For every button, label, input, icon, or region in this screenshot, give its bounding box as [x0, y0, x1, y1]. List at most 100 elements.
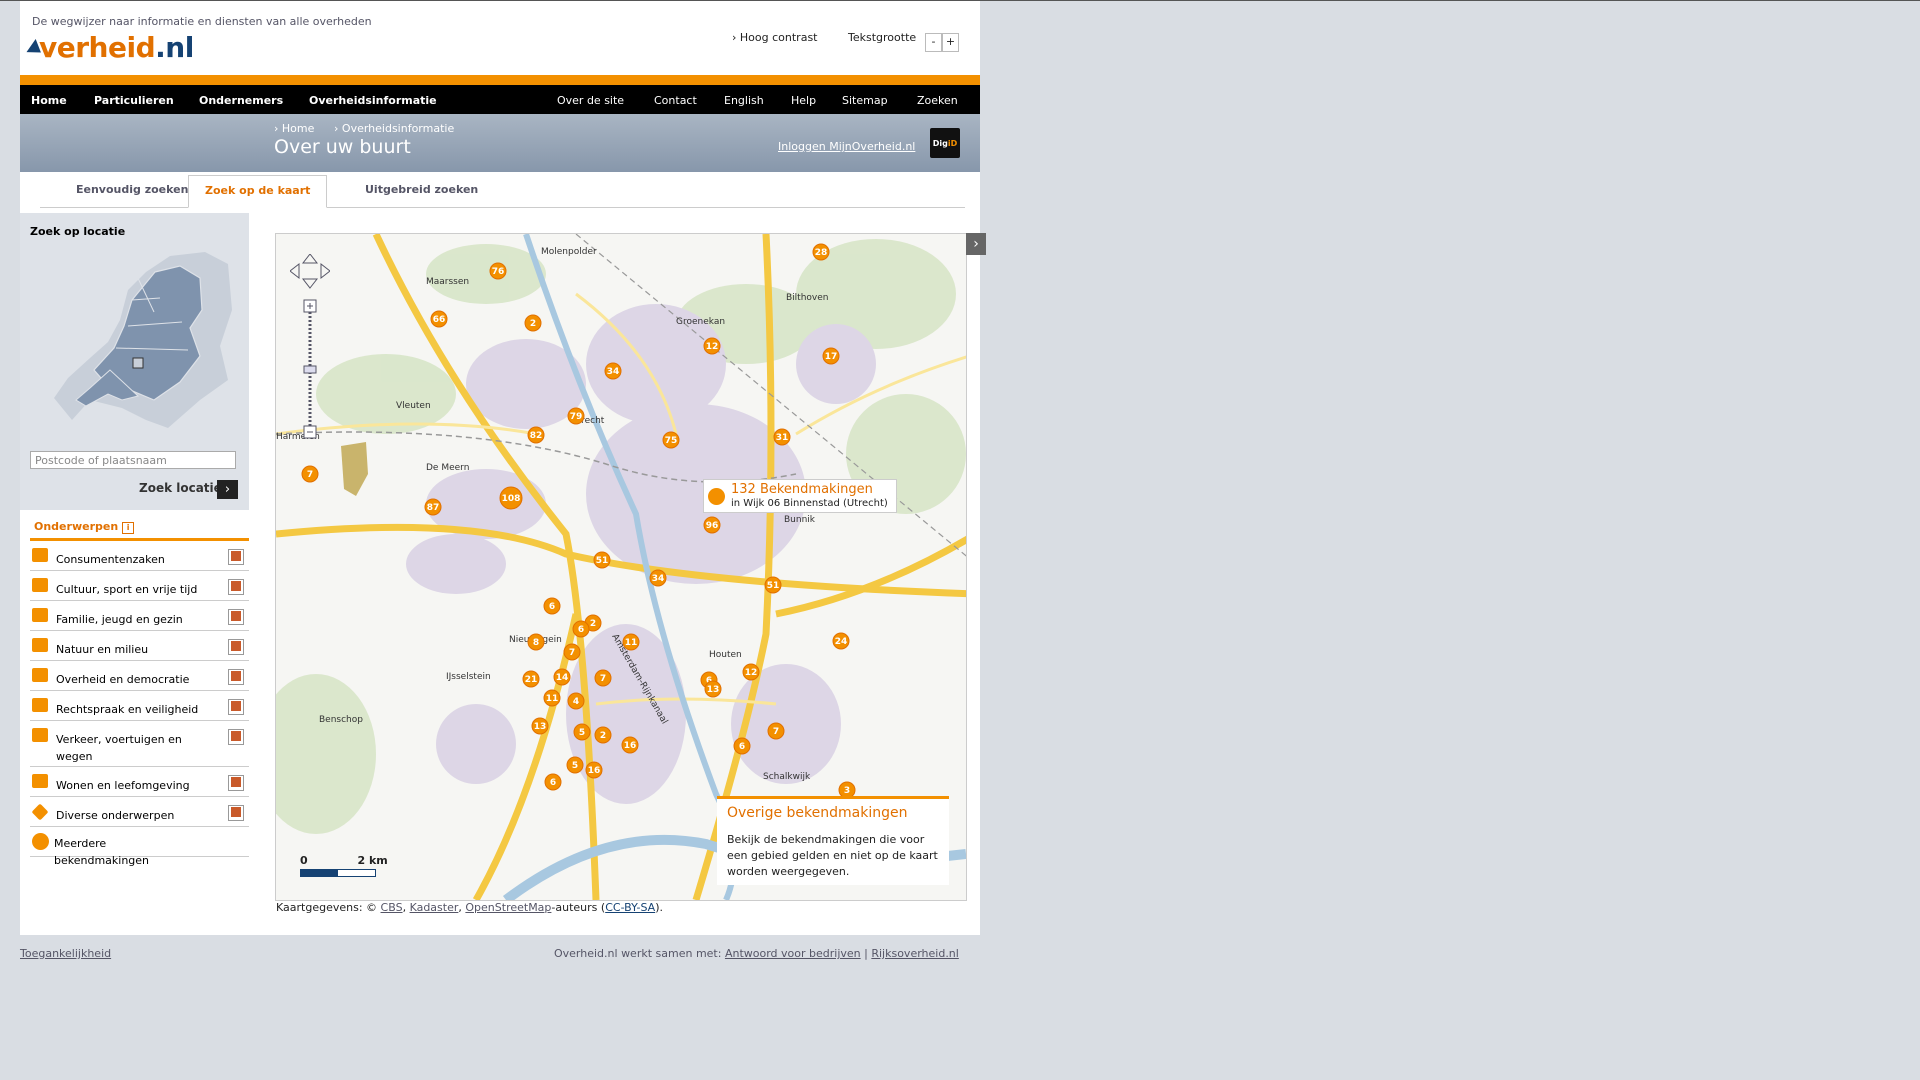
- map-marker[interactable]: 13: [704, 680, 722, 698]
- nav-ondernemers[interactable]: Ondernemers: [199, 94, 283, 107]
- info-icon[interactable]: i: [122, 522, 135, 534]
- tab-uitgebreid-zoeken[interactable]: Uitgebreid zoeken: [349, 175, 494, 206]
- nav-particulieren[interactable]: Particulieren: [94, 94, 174, 107]
- map-expand-chevron-icon[interactable]: ›: [966, 233, 986, 255]
- map-marker[interactable]: 87: [424, 498, 442, 516]
- map-marker-count: 108: [502, 494, 521, 504]
- map-marker[interactable]: 79: [567, 407, 585, 425]
- map-marker[interactable]: 5: [573, 723, 591, 741]
- map-marker[interactable]: 66: [430, 310, 448, 328]
- nav-over-de-site[interactable]: Over de site: [557, 94, 624, 107]
- map-viewport[interactable]: Maarssen Molenpolder Groenekan Bilthoven Vle…: [275, 233, 967, 901]
- footer-link-rijksoverheid[interactable]: Rijksoverheid.nl: [871, 947, 959, 960]
- subject-row[interactable]: Diverse onderwerpen: [30, 797, 249, 827]
- map-marker[interactable]: 2: [594, 726, 612, 744]
- nav-home[interactable]: Home: [31, 94, 67, 107]
- map-marker[interactable]: 21: [522, 670, 540, 688]
- postcode-input[interactable]: Postcode of plaatsnaam: [30, 451, 236, 469]
- map-marker[interactable]: 8: [527, 633, 545, 651]
- map-marker[interactable]: 7: [767, 722, 785, 740]
- other-announcements-box[interactable]: Overige bekendmakingen Bekijk de bekendm…: [717, 796, 949, 885]
- page-container: De wegwijzer naar informatie en diensten…: [20, 1, 986, 935]
- subject-row[interactable]: Natuur en milieu: [30, 631, 249, 661]
- map-marker[interactable]: 31: [773, 428, 791, 446]
- map-marker[interactable]: 2: [524, 314, 542, 332]
- map-marker[interactable]: 6: [733, 737, 751, 755]
- map-marker[interactable]: 16: [585, 761, 603, 779]
- nav-zoeken[interactable]: Zoeken: [917, 94, 958, 107]
- zoek-locatie-label[interactable]: Zoek locatie: [139, 481, 222, 495]
- map-marker[interactable]: 14: [553, 668, 571, 686]
- map-marker[interactable]: 17: [822, 347, 840, 365]
- map-marker[interactable]: 82: [527, 426, 545, 444]
- login-link[interactable]: Inloggen MijnOverheid.nl: [778, 140, 915, 153]
- map-marker[interactable]: 7: [594, 669, 612, 687]
- digid-logo[interactable]: DigiD: [930, 128, 960, 158]
- credit-osm-link[interactable]: OpenStreetMap: [465, 901, 551, 914]
- map-marker[interactable]: 11: [543, 689, 561, 707]
- subject-checkbox[interactable]: [228, 549, 244, 565]
- credit-kadaster-link[interactable]: Kadaster: [410, 901, 459, 914]
- zoek-locatie-arrow-icon[interactable]: ›: [217, 480, 238, 499]
- subject-row[interactable]: Verkeer, voertuigen en wegen: [30, 721, 249, 767]
- footer-link-bedrijven[interactable]: Antwoord voor bedrijven: [725, 947, 861, 960]
- subject-checkbox[interactable]: [228, 579, 244, 595]
- text-size-increase-button[interactable]: +: [942, 33, 959, 52]
- subject-checkbox[interactable]: [228, 775, 244, 791]
- subject-row[interactable]: Cultuur, sport en vrije tijd: [30, 571, 249, 601]
- map-marker[interactable]: 96: [703, 516, 721, 534]
- map-marker[interactable]: 4: [567, 692, 585, 710]
- map-marker[interactable]: 13: [531, 717, 549, 735]
- nav-contact[interactable]: Contact: [654, 94, 697, 107]
- map-marker[interactable]: 34: [649, 569, 667, 587]
- logo[interactable]: verheid.nl: [26, 31, 194, 64]
- footer-accessibility-link[interactable]: Toegankelijkheid: [20, 947, 111, 960]
- map-marker[interactable]: 11: [622, 633, 640, 651]
- map-marker[interactable]: 75: [662, 431, 680, 449]
- map-marker[interactable]: 12: [703, 337, 721, 355]
- map-marker[interactable]: 28: [812, 243, 830, 261]
- nav-help[interactable]: Help: [791, 94, 816, 107]
- subject-row[interactable]: Wonen en leefomgeving: [30, 767, 249, 797]
- subject-row[interactable]: Rechtspraak en veiligheid: [30, 691, 249, 721]
- map-marker[interactable]: 108: [499, 486, 523, 510]
- map-marker[interactable]: 24: [832, 632, 850, 650]
- breadcrumb-overheidsinformatie[interactable]: Overheidsinformatie: [334, 122, 454, 135]
- subject-checkbox[interactable]: [228, 699, 244, 715]
- subject-row[interactable]: Overheid en democratie: [30, 661, 249, 691]
- netherlands-map[interactable]: [50, 250, 235, 440]
- other-announcements-title[interactable]: Overige bekendmakingen: [727, 805, 907, 821]
- map-marker[interactable]: 51: [593, 551, 611, 569]
- subject-checkbox[interactable]: [228, 805, 244, 821]
- map-marker[interactable]: 7: [563, 643, 581, 661]
- tab-zoek-op-de-kaart[interactable]: Zoek op de kaart: [188, 175, 328, 208]
- subject-row-more[interactable]: Meerdere bekendmakingen: [30, 827, 249, 867]
- nav-sitemap[interactable]: Sitemap: [842, 94, 888, 107]
- map-marker[interactable]: 76: [489, 262, 507, 280]
- map-marker[interactable]: 12: [742, 663, 760, 681]
- map-marker[interactable]: 16: [621, 736, 639, 754]
- map-pan-zoom-control[interactable]: [290, 254, 330, 484]
- subject-checkbox[interactable]: [228, 669, 244, 685]
- breadcrumb-home[interactable]: Home: [274, 122, 314, 135]
- map-marker[interactable]: 6: [544, 773, 562, 791]
- map-popup[interactable]: 132 Bekendmakingen in Wijk 06 Binnenstad…: [703, 479, 897, 513]
- map-marker[interactable]: 6: [572, 620, 590, 638]
- subject-row[interactable]: Consumentenzaken: [30, 541, 249, 571]
- subject-checkbox[interactable]: [228, 729, 244, 745]
- text-size-decrease-button[interactable]: -: [925, 33, 942, 52]
- credit-license-link[interactable]: CC-BY-SA: [605, 901, 655, 914]
- map-marker[interactable]: 5: [566, 756, 584, 774]
- map-marker[interactable]: 6: [543, 597, 561, 615]
- nav-english[interactable]: English: [724, 94, 764, 107]
- map-credits: Kaartgegevens: © CBS, Kadaster, OpenStre…: [276, 901, 663, 914]
- credit-cbs-link[interactable]: CBS: [381, 901, 403, 914]
- map-marker[interactable]: 51: [764, 576, 782, 594]
- subject-checkbox[interactable]: [228, 639, 244, 655]
- high-contrast-link[interactable]: Hoog contrast: [732, 31, 818, 44]
- nav-overheidsinformatie[interactable]: Overheidsinformatie: [309, 94, 437, 107]
- map-marker[interactable]: 34: [604, 362, 622, 380]
- subject-checkbox[interactable]: [228, 609, 244, 625]
- tab-eenvoudig-zoeken[interactable]: Eenvoudig zoeken: [60, 175, 204, 206]
- subject-row[interactable]: Familie, jeugd en gezin: [30, 601, 249, 631]
